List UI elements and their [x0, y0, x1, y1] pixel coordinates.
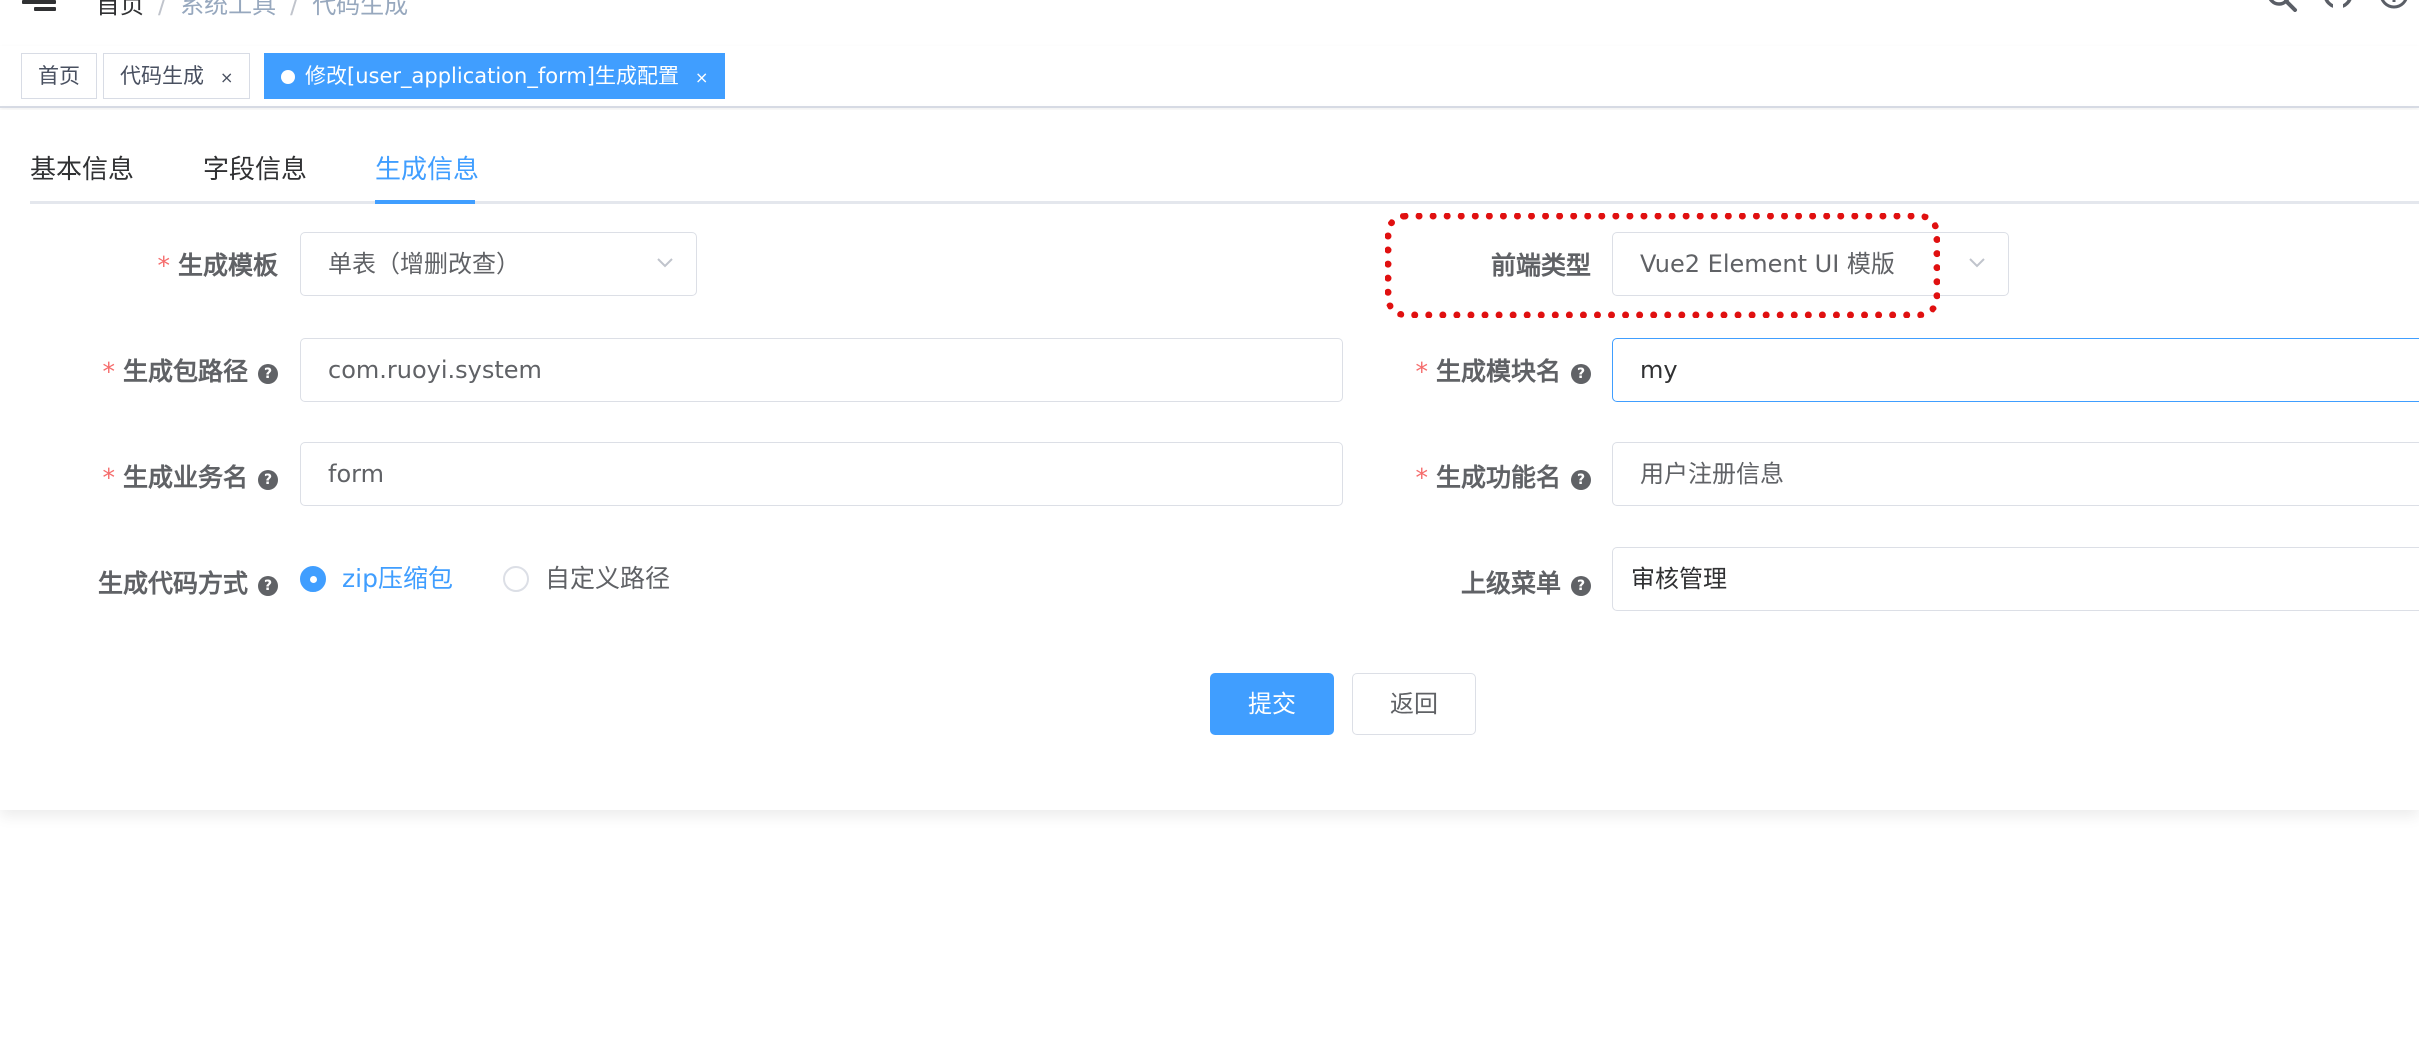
question-icon[interactable] [2377, 0, 2411, 12]
parent-menu-label: 上级菜单? [1461, 564, 1591, 600]
breadcrumb-separator: / [158, 0, 167, 19]
radio-unchecked-icon [503, 566, 529, 592]
help-icon[interactable]: ? [258, 576, 278, 596]
business-name-input[interactable]: form [300, 442, 1343, 506]
tag-code-gen[interactable]: 代码生成 × [103, 53, 251, 99]
tab-gen-info[interactable]: 生成信息 [375, 148, 479, 192]
radio-custom-path-label: 自定义路径 [545, 564, 671, 593]
tag-label: 修改[user_application_form]生成配置 [305, 64, 679, 88]
radio-checked-icon [300, 566, 326, 592]
tag-edit-gen-config[interactable]: 修改[user_application_form]生成配置 × [264, 53, 726, 99]
tab-field-info[interactable]: 字段信息 [203, 148, 307, 192]
package-path-label-text: 生成包路径 [122, 357, 248, 386]
tag-label: 代码生成 [120, 64, 204, 88]
radio-zip-label: zip压缩包 [342, 564, 453, 593]
back-button[interactable]: 返回 [1352, 673, 1476, 735]
function-name-value: 用户注册信息 [1640, 460, 1784, 488]
tab-basic-info[interactable]: 基本信息 [30, 148, 134, 192]
breadcrumb: 首页 / 系统工具 / 代码生成 [96, 0, 409, 19]
frontend-type-label-text: 前端类型 [1490, 251, 1591, 280]
close-icon[interactable]: × [220, 68, 233, 87]
breadcrumb-system-tools: 系统工具 [180, 0, 277, 19]
gen-type-label: 生成代码方式? [98, 564, 278, 600]
radio-custom-path[interactable]: 自定义路径 [503, 564, 670, 594]
breadcrumb-home[interactable]: 首页 [96, 0, 144, 19]
business-name-label: * 生成业务名? [102, 458, 278, 494]
frontend-type-label: 前端类型 [1491, 246, 1591, 282]
template-select[interactable]: 单表（增删改查） [300, 232, 697, 296]
breadcrumb-separator: / [290, 0, 299, 19]
business-name-value: form [328, 460, 384, 488]
package-path-value: com.ruoyi.system [328, 356, 542, 384]
parent-menu-label-text: 上级菜单 [1460, 569, 1561, 598]
module-name-value: my [1640, 356, 1678, 384]
template-value: 单表（增删改查） [328, 250, 520, 278]
template-label: * 生成模板 [157, 246, 278, 282]
chevron-down-icon [1969, 258, 1985, 268]
package-path-label: * 生成包路径? [102, 352, 278, 388]
parent-menu-select[interactable]: 审核管理 [1612, 547, 2419, 611]
gen-type-label-text: 生成代码方式 [97, 569, 248, 598]
required-mark: * [1415, 463, 1428, 492]
hamburger-menu-icon[interactable] [22, 0, 56, 11]
tag-label: 首页 [38, 64, 80, 88]
content-card: 基本信息 字段信息 生成信息 * 生成模板 单表（增删改查） 前端类型 Vue2 … [0, 110, 2419, 810]
function-name-label-text: 生成功能名 [1435, 463, 1561, 492]
tag-home[interactable]: 首页 [21, 53, 97, 99]
breadcrumb-code-gen: 代码生成 [312, 0, 409, 19]
tags-view: 首页 代码生成 × 修改[user_application_form]生成配置 × [0, 46, 2419, 108]
github-icon[interactable] [2321, 0, 2355, 12]
package-path-input[interactable]: com.ruoyi.system [300, 338, 1343, 402]
required-mark: * [1415, 357, 1428, 386]
module-name-label: * 生成模块名? [1415, 352, 1591, 388]
module-name-input[interactable]: my [1612, 338, 2419, 402]
help-icon[interactable]: ? [1571, 470, 1591, 490]
required-mark: * [157, 251, 170, 280]
help-icon[interactable]: ? [258, 364, 278, 384]
search-icon[interactable] [2265, 0, 2299, 12]
help-icon[interactable]: ? [258, 470, 278, 490]
required-mark: * [102, 357, 115, 386]
function-name-input[interactable]: 用户注册信息 [1612, 442, 2419, 506]
parent-menu-value: 审核管理 [1631, 565, 1727, 593]
function-name-label: * 生成功能名? [1415, 458, 1591, 494]
template-label-text: 生成模板 [177, 251, 278, 280]
active-dot-icon [281, 70, 295, 84]
required-mark: * [102, 463, 115, 492]
business-name-label-text: 生成业务名 [122, 463, 248, 492]
close-icon[interactable]: × [695, 68, 708, 87]
help-icon[interactable]: ? [1571, 576, 1591, 596]
active-tab-indicator [375, 200, 475, 204]
frontend-type-select[interactable]: Vue2 Element UI 模版 [1612, 232, 2009, 296]
submit-button[interactable]: 提交 [1210, 673, 1334, 735]
chevron-down-icon [657, 258, 673, 268]
navbar: 首页 / 系统工具 / 代码生成 [0, 0, 2419, 46]
module-name-label-text: 生成模块名 [1435, 357, 1561, 386]
frontend-type-value: Vue2 Element UI 模版 [1640, 250, 1895, 278]
radio-zip[interactable]: zip压缩包 [300, 564, 453, 594]
tabs: 基本信息 字段信息 生成信息 [30, 148, 2419, 204]
help-icon[interactable]: ? [1571, 364, 1591, 384]
